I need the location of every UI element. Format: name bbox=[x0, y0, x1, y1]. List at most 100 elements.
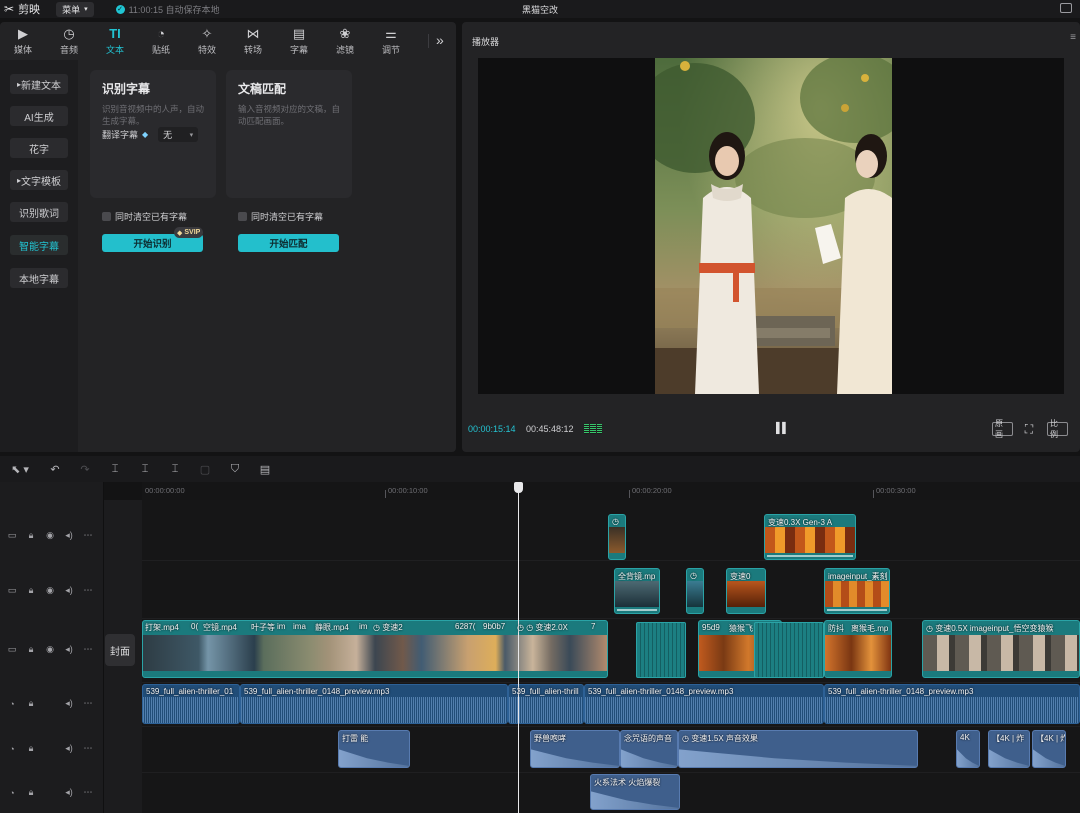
timeline-ruler[interactable]: 00:00:00:00 00:00:10:00 00:00:20:00 00:0… bbox=[142, 482, 1080, 500]
audio-clip[interactable]: 539_full_alien-thriller_01 bbox=[142, 684, 240, 724]
lock-icon[interactable]: 🔒︎ bbox=[26, 698, 36, 709]
aspect-ratio-button[interactable]: 比例 bbox=[1047, 419, 1068, 439]
checkbox-box[interactable] bbox=[238, 212, 247, 221]
video-clip[interactable]: 空镜.mp4 bbox=[200, 620, 250, 678]
sidebar-item[interactable]: ▸ 文字模板 bbox=[10, 170, 68, 190]
more-icon[interactable]: ⋯ bbox=[83, 530, 93, 541]
select-pointer-icon[interactable]: ⬉ ▾ bbox=[0, 463, 40, 476]
eye-icon[interactable]: ◉ bbox=[45, 585, 55, 596]
clear-existing-checkbox[interactable]: 同时清空已有字幕 bbox=[238, 210, 323, 223]
lock-icon[interactable]: 🔒︎ bbox=[26, 644, 36, 655]
speaker-icon[interactable]: ◂) bbox=[64, 698, 74, 709]
original-quality-button[interactable]: 原画 bbox=[992, 419, 1013, 439]
checkbox-box[interactable] bbox=[102, 212, 111, 221]
mark-shield-icon[interactable]: ⛉ bbox=[220, 463, 250, 476]
audio-clip[interactable]: 539_full_alien-thrill bbox=[508, 684, 584, 724]
sound-effect-clip[interactable]: ◷ 变速1.5X 声音效果 bbox=[678, 730, 918, 768]
sound-effect-clip[interactable]: 野兽咆哮 bbox=[530, 730, 620, 768]
tab-effects[interactable]: ✧ 特效 bbox=[184, 22, 230, 60]
split-right-icon[interactable]: ⌶ bbox=[160, 463, 190, 476]
video-clip[interactable]: 9b0b7 bbox=[480, 620, 514, 678]
sidebar-item[interactable]: 本地字幕 bbox=[10, 268, 68, 288]
video-clip[interactable]: ◷ bbox=[686, 568, 704, 614]
audio-clip[interactable]: 539_full_alien-thriller_0148_preview.mp3 bbox=[584, 684, 824, 724]
sound-effect-clip[interactable]: 【4K | 炸 bbox=[1032, 730, 1066, 768]
sidebar-item[interactable]: ▸ 新建文本 bbox=[10, 74, 68, 94]
clear-existing-checkbox[interactable]: 同时清空已有字幕 bbox=[102, 210, 187, 223]
eye-icon[interactable]: ◉ bbox=[45, 530, 55, 541]
pause-icon[interactable]: ▌▌ bbox=[776, 423, 789, 434]
split-icon[interactable]: ⌶ bbox=[100, 463, 130, 476]
undo-icon[interactable]: ↶ bbox=[40, 463, 70, 476]
double-chevron-right-icon[interactable]: » bbox=[436, 32, 444, 48]
delete-icon[interactable]: ▢ bbox=[190, 463, 220, 476]
video-clip[interactable]: 全背镜.mp bbox=[614, 568, 660, 614]
preview-viewport[interactable] bbox=[478, 58, 1064, 394]
start-recognize-button[interactable]: 开始识别 ◆ SVIP bbox=[102, 227, 204, 252]
translate-select[interactable]: 无 ▾ bbox=[158, 127, 199, 142]
fullscreen-focus-icon[interactable]: ⛶ bbox=[1021, 422, 1037, 436]
video-clip[interactable]: 防抖 离猴毛.mp bbox=[824, 620, 892, 678]
video-clip[interactable]: ◷ bbox=[608, 514, 626, 560]
tab-audio[interactable]: ◷ 音频 bbox=[46, 22, 92, 60]
speaker-icon[interactable]: ◂) bbox=[64, 787, 74, 798]
video-clip[interactable]: ◷ 变速2 bbox=[370, 620, 412, 678]
video-clip[interactable]: 变速0.3X Gen-3 A bbox=[764, 514, 856, 560]
sound-effect-clip[interactable]: 念咒语的声音 bbox=[620, 730, 678, 768]
video-clip[interactable]: 变速0 bbox=[726, 568, 766, 614]
video-clip[interactable]: im bbox=[356, 620, 370, 678]
speaker-icon[interactable]: ◂) bbox=[64, 743, 74, 754]
sound-effect-clip[interactable]: 火系法术 火焰爆裂 bbox=[590, 774, 680, 810]
tab-subtitle[interactable]: ▤ 字幕 bbox=[276, 22, 322, 60]
sidebar-item[interactable]: 花字 bbox=[10, 138, 68, 158]
more-menu-icon[interactable]: ≡ bbox=[1070, 32, 1076, 43]
start-match-button[interactable]: 开始匹配 bbox=[238, 234, 339, 252]
timeline-tracks[interactable]: ◷ 变速0.3X Gen-3 A 全背镜.mp ◷ 变速0 imageinput… bbox=[142, 500, 1080, 813]
sound-effect-clip[interactable]: 【4K | 炸 bbox=[988, 730, 1030, 768]
sidebar-item[interactable]: 识别歌词 bbox=[10, 202, 68, 222]
tab-sticker[interactable]: ◔ 贴纸 bbox=[138, 22, 184, 60]
playhead[interactable] bbox=[514, 482, 523, 813]
window-layout-icon[interactable] bbox=[1060, 3, 1072, 13]
speaker-icon[interactable]: ◂) bbox=[64, 585, 74, 596]
sound-effect-clip[interactable]: 打雷 能 bbox=[338, 730, 410, 768]
lock-icon[interactable]: 🔒︎ bbox=[26, 585, 36, 596]
auto-caption-icon[interactable]: ▤ bbox=[250, 463, 280, 476]
eye-icon[interactable]: ◉ bbox=[45, 644, 55, 655]
speaker-icon[interactable]: ◂) bbox=[64, 530, 74, 541]
split-left-icon[interactable]: ⌶ bbox=[130, 463, 160, 476]
audio-clip[interactable]: 539_full_alien-thriller_0148_preview.mp3 bbox=[824, 684, 1080, 724]
video-clip[interactable]: 6287( bbox=[452, 620, 482, 678]
sidebar-item[interactable]: 智能字幕 bbox=[10, 235, 68, 255]
video-clip[interactable]: 7 bbox=[588, 620, 608, 678]
more-icon[interactable]: ⋯ bbox=[83, 787, 93, 798]
video-clip[interactable]: ima bbox=[290, 620, 314, 678]
video-clip[interactable]: 叶子等 bbox=[248, 620, 276, 678]
playhead-handle[interactable] bbox=[514, 482, 523, 493]
menu-button[interactable]: 菜单 ▾ bbox=[56, 1, 94, 17]
lock-icon[interactable]: 🔒︎ bbox=[26, 787, 36, 798]
lock-icon[interactable]: 🔒︎ bbox=[26, 530, 36, 541]
sidebar-item[interactable]: AI生成 bbox=[10, 106, 68, 126]
sound-effect-clip[interactable]: 4K bbox=[956, 730, 980, 768]
tab-media[interactable]: ▶ 媒体 bbox=[0, 22, 46, 60]
redo-icon[interactable]: ↷ bbox=[70, 463, 100, 476]
more-icon[interactable]: ⋯ bbox=[83, 743, 93, 754]
video-clip[interactable]: imageinput_素刻 bbox=[824, 568, 890, 614]
more-icon[interactable]: ⋯ bbox=[83, 698, 93, 709]
cover-button[interactable]: 封面 bbox=[105, 634, 135, 666]
video-clip[interactable]: im bbox=[274, 620, 290, 678]
compound-clip-strip[interactable] bbox=[636, 622, 686, 678]
tab-text[interactable]: TI 文本 bbox=[92, 22, 138, 60]
video-clip[interactable]: ◷ 变速0.5X imageinput_悟空变猿猴 bbox=[922, 620, 1080, 678]
more-icon[interactable]: ⋯ bbox=[83, 585, 93, 596]
video-clip[interactable]: ◷ ◷ 变速2.0X bbox=[514, 620, 594, 678]
speaker-icon[interactable]: ◂) bbox=[64, 644, 74, 655]
tab-transition[interactable]: ⋈ 转场 bbox=[230, 22, 276, 60]
compound-clip-strip[interactable] bbox=[754, 622, 824, 678]
tab-adjust[interactable]: ⚌ 调节 bbox=[368, 22, 414, 60]
tab-filter[interactable]: ❀ 滤镜 bbox=[322, 22, 368, 60]
audio-clip[interactable]: 539_full_alien-thriller_0148_preview.mp3 bbox=[240, 684, 508, 724]
lock-icon[interactable]: 🔒︎ bbox=[26, 743, 36, 754]
more-icon[interactable]: ⋯ bbox=[83, 644, 93, 655]
